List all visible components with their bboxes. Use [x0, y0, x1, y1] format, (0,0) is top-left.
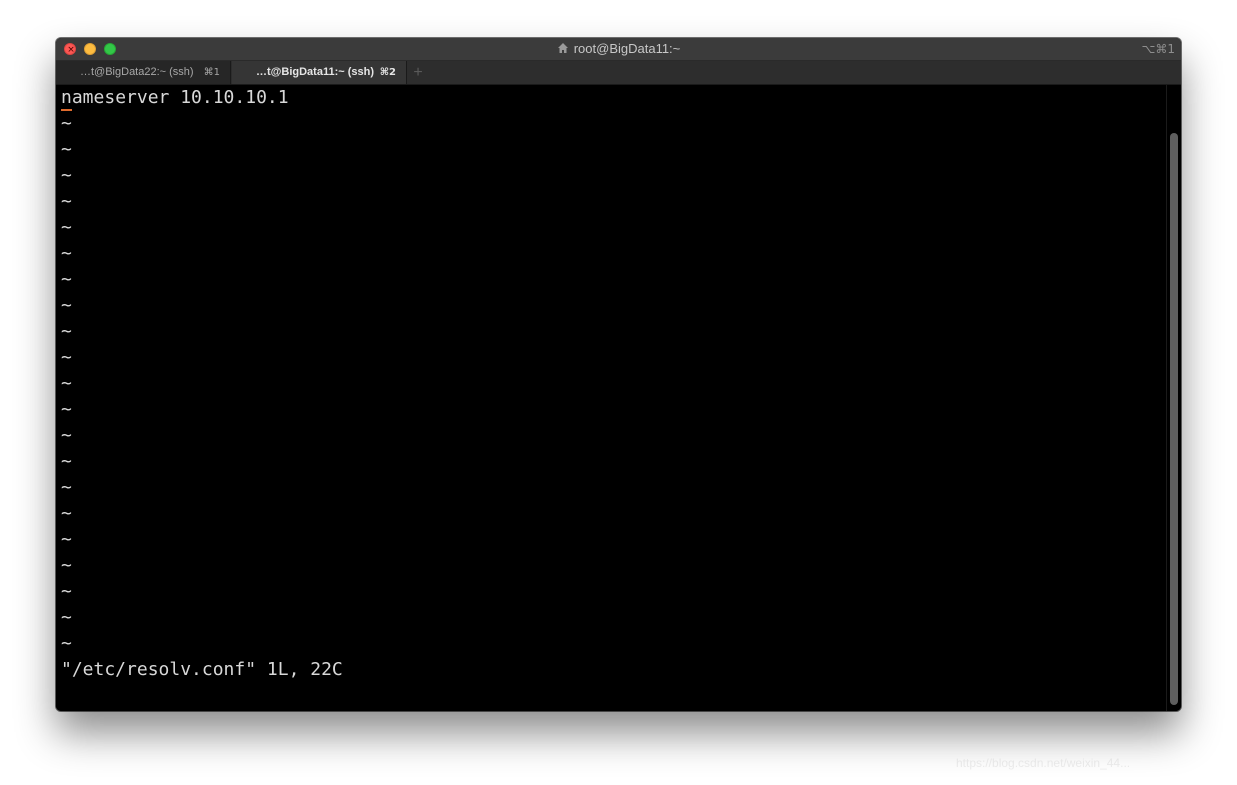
tilde-marker: ~ [61, 503, 72, 524]
tab-label: …t@BigData22:~ (ssh) [80, 66, 194, 78]
tab-shortcut: ⌘1 [203, 67, 220, 78]
tilde-marker: ~ [61, 321, 72, 342]
tilde-marker: ~ [61, 633, 72, 654]
cursor: n [61, 85, 72, 111]
tilde-marker: ~ [61, 217, 72, 238]
scrollbar[interactable] [1166, 85, 1181, 711]
terminal-content[interactable]: n ameserver 10.10.10.1 ~ ~ ~ ~ ~ ~ ~ ~ ~ ~ ~ ~ ~ ~ ~ ~ ~ ~… [56, 85, 1166, 711]
tab-bigdata22[interactable]: …t@BigData22:~ (ssh) ⌘1 [56, 61, 231, 84]
tilde-marker: ~ [61, 139, 72, 160]
tilde-marker: ~ [61, 373, 72, 394]
file-line-1: n ameserver 10.10.10.1 [61, 85, 289, 111]
tilde-marker: ~ [61, 607, 72, 628]
tilde-marker: ~ [61, 529, 72, 550]
tilde-marker: ~ [61, 295, 72, 316]
terminal-window: × root@BigData11:~ ⌥⌘1 …t@BigData22:~ (s… [56, 38, 1181, 711]
title-bar[interactable]: × root@BigData11:~ ⌥⌘1 [56, 38, 1181, 61]
tilde-marker: ~ [61, 399, 72, 420]
tilde-marker: ~ [61, 347, 72, 368]
tilde-marker: ~ [61, 191, 72, 212]
window-title: root@BigData11:~ [573, 41, 681, 56]
window-title-container: root@BigData11:~ [56, 38, 1181, 60]
tilde-marker: ~ [61, 581, 72, 602]
scrollbar-thumb[interactable] [1170, 133, 1178, 705]
tilde-marker: ~ [61, 165, 72, 186]
window-shortcut: ⌥⌘1 [1141, 42, 1175, 56]
tilde-marker: ~ [61, 243, 72, 264]
home-icon [557, 43, 568, 53]
tilde-marker: ~ [61, 451, 72, 472]
new-tab-button[interactable]: + [410, 61, 426, 84]
tab-bigdata11[interactable]: …t@BigData11:~ (ssh) ⌘2 [232, 61, 407, 84]
tilde-marker: ~ [61, 477, 72, 498]
tab-shortcut: ⌘2 [379, 67, 396, 78]
tilde-marker: ~ [61, 555, 72, 576]
tilde-marker: ~ [61, 113, 72, 134]
tab-bar: …t@BigData22:~ (ssh) ⌘1 …t@BigData11:~ (… [56, 61, 1181, 85]
tab-label: …t@BigData11:~ (ssh) [256, 66, 375, 78]
cursor-char: n [61, 87, 72, 108]
vim-status-line: "/etc/resolv.conf" 1L, 22C [61, 659, 343, 680]
watermark: https://blog.csdn.net/weixin_44... [956, 756, 1131, 770]
tilde-marker: ~ [61, 425, 72, 446]
tilde-marker: ~ [61, 269, 72, 290]
file-line-text: ameserver 10.10.10.1 [71, 87, 289, 108]
